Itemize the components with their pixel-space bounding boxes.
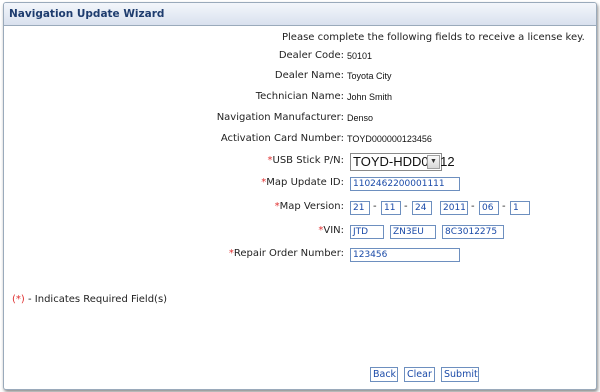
map-version-part-4-input[interactable]: 2011 [440,201,468,215]
map-version-part-6-input[interactable]: 1 [510,201,530,215]
nav-manufacturer-value: Denso [347,113,374,123]
required-legend-mark: (*) [12,294,25,305]
usb-stick-label: USB Stick P/N: [272,155,344,166]
repair-order-label: Repair Order Number: [233,248,344,259]
nav-manufacturer-label: Navigation Manufacturer: [216,112,344,123]
map-version-separator: - [502,201,506,212]
vin-part-1-input[interactable]: JTD [350,225,384,239]
map-version-part-5-input[interactable]: 06 [479,201,499,215]
dealer-name-value: Toyota City [347,71,392,81]
vin-label: VIN: [323,225,344,236]
map-version-separator: - [373,201,377,212]
dealer-code-label: Dealer Code: [278,50,344,61]
repair-order-input[interactable]: 123456 [350,248,460,262]
submit-button[interactable]: Submit [441,367,479,382]
technician-name-label: Technician Name: [255,91,344,102]
map-update-id-input[interactable]: 1102462200001111 [350,177,460,191]
usb-stick-select[interactable]: TOYD-HDD07-12 ▼ [350,153,455,171]
map-version-separator: - [471,201,475,212]
map-version-part-3-input[interactable]: 24 [412,201,432,215]
wizard-window: Navigation Update Wizard Please complete… [3,2,597,390]
map-update-id-label: Map Update ID: [266,177,344,188]
window-title: Navigation Update Wizard [4,3,596,26]
clear-button[interactable]: Clear [404,367,435,382]
activation-card-value: TOYD000000123456 [347,134,432,144]
map-version-part-2-input[interactable]: 11 [381,201,401,215]
map-version-part-1-input[interactable]: 21 [350,201,370,215]
dealer-name-label: Dealer Name: [274,70,344,81]
dealer-code-value: 50101 [347,51,373,61]
vin-part-3-input[interactable]: 8C3012275 [442,225,504,239]
vin-part-2-input[interactable]: ZN3EU [390,225,436,239]
technician-name-value: John Smith [347,92,393,102]
required-legend-text: - Indicates Required Field(s) [24,294,168,305]
map-version-separator: - [404,201,408,212]
required-field-note: (*) - Indicates Required Field(s) [12,294,167,305]
instructions-text: Please complete the following fields to … [282,32,585,43]
map-version-label: Map Version: [279,201,344,212]
chevron-down-icon[interactable]: ▼ [427,155,440,169]
back-button[interactable]: Back [370,367,398,382]
activation-card-label: Activation Card Number: [220,133,344,144]
